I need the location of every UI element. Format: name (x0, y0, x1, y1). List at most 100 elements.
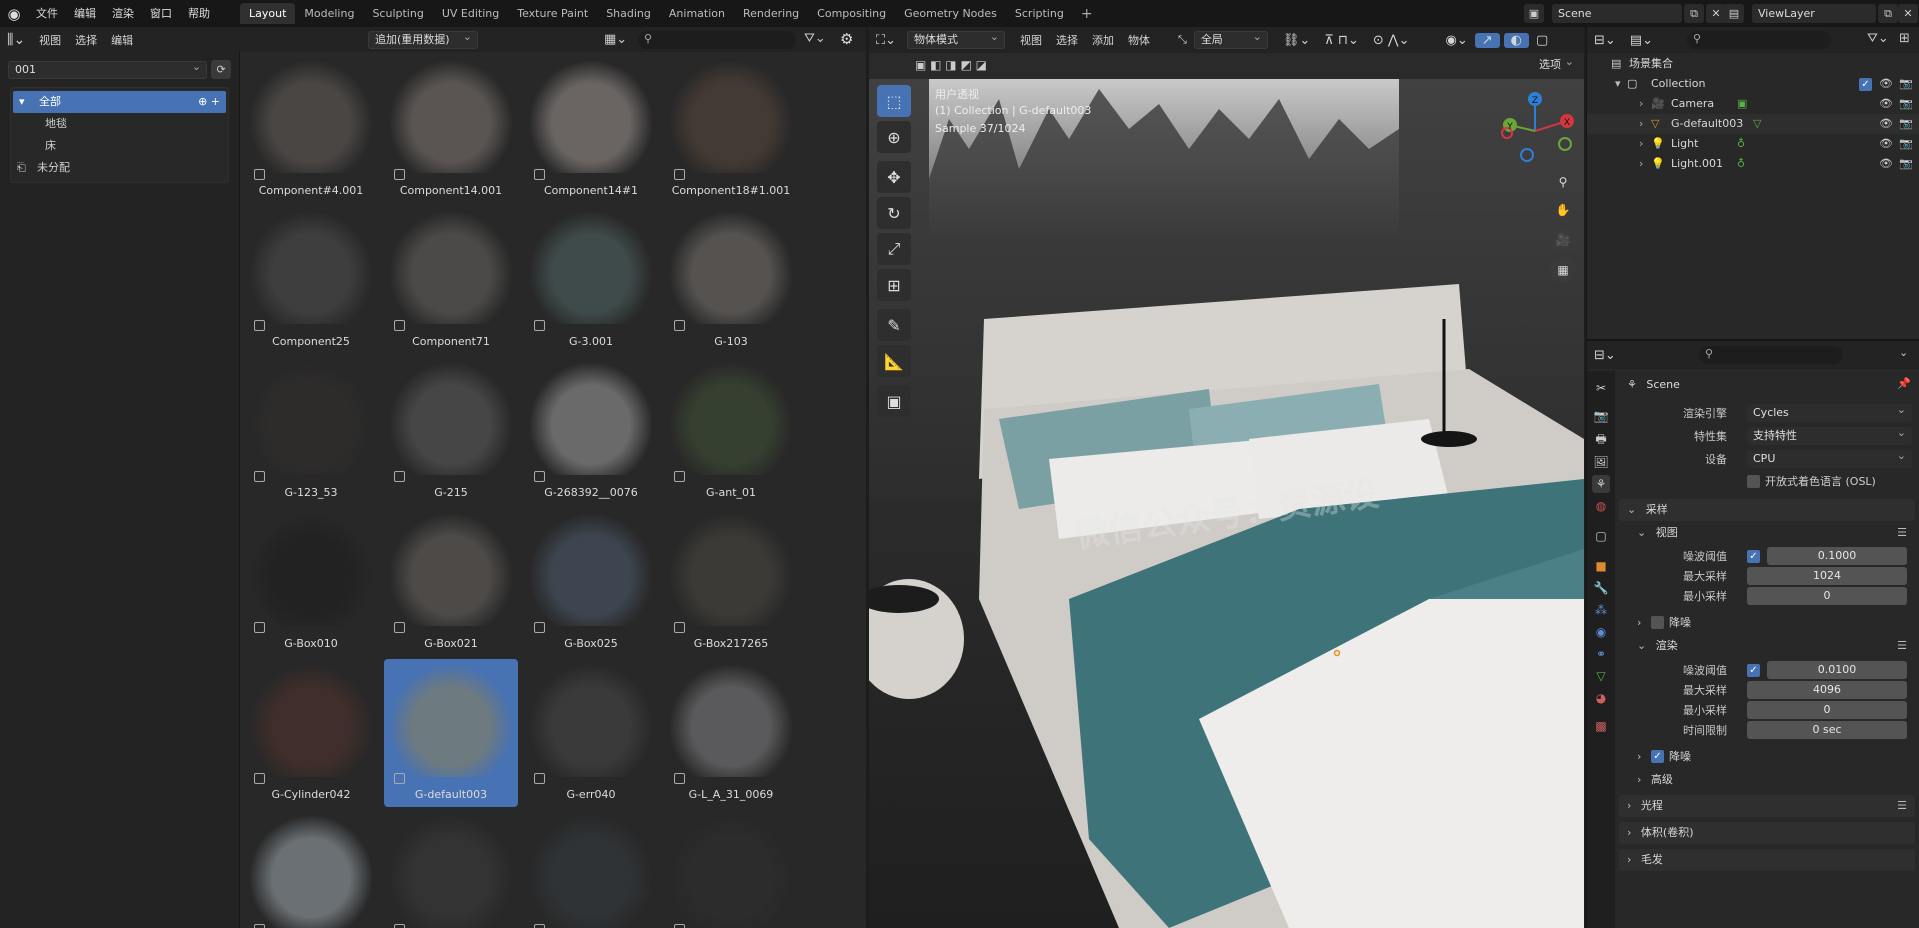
asset-tile[interactable]: G-Box010 (244, 508, 378, 656)
cursor-tool-icon[interactable]: ⊕ (877, 121, 911, 153)
viewport-max-samples-field[interactable]: 1024 (1747, 567, 1907, 585)
volumes-panel-header[interactable]: › 体积(卷积) (1619, 822, 1915, 844)
transform-orientation-icon[interactable]: ⤡ (1171, 33, 1194, 47)
asset-menu-select[interactable]: 选择 (68, 32, 104, 48)
tool-tab-icon[interactable]: ✂ (1592, 379, 1610, 397)
navigation-gizmo[interactable]: Z X Y (1495, 89, 1575, 169)
device-dropdown[interactable]: CPU (1747, 447, 1912, 468)
list-menu-icon[interactable]: ☰ (1897, 635, 1907, 657)
render-noise-threshold-field[interactable]: 0.0100 (1767, 661, 1907, 679)
asset-tile[interactable] (384, 810, 518, 928)
asset-tile[interactable]: G-Box025 (524, 508, 658, 656)
scene-new-icon[interactable]: ⧉ (1684, 4, 1704, 23)
render-sampling-header[interactable]: ⌄ 渲染 ☰ (1629, 635, 1915, 657)
viewport-noise-threshold-field[interactable]: 0.1000 (1767, 547, 1907, 565)
viewlayer-new-icon[interactable]: ⧉ (1878, 4, 1898, 23)
viewlayer-browse-icon[interactable]: ▤ (1724, 4, 1744, 23)
main-menu-item-3[interactable]: 窗口 (142, 0, 180, 27)
asset-tile[interactable]: G-3.001 (524, 206, 658, 354)
asset-menu-view[interactable]: 视图 (32, 32, 68, 48)
object-mode-dropdown[interactable]: 物体模式 (907, 29, 1005, 49)
hair-panel-header[interactable]: › 毛发 (1619, 849, 1915, 871)
workspace-tab-geometry-nodes[interactable]: Geometry Nodes (895, 3, 1006, 24)
world-tab-icon[interactable]: ◍ (1592, 497, 1610, 515)
object-data-icon[interactable]: ▣ (1737, 94, 1747, 114)
main-menu-item-2[interactable]: 渲染 (104, 0, 142, 27)
viewport-denoise-checkbox[interactable] (1651, 616, 1664, 629)
asset-tile[interactable]: G-default003 (384, 659, 518, 807)
main-menu-item-0[interactable]: 文件 (28, 0, 66, 27)
asset-tile[interactable]: G-215 (384, 357, 518, 505)
object-data-icon[interactable]: ▽ (1753, 114, 1761, 134)
catalog-item[interactable]: ⎗ 未分配 (11, 157, 228, 179)
expand-chevron-icon[interactable]: ▾ (1615, 74, 1621, 94)
object-data-icon[interactable]: ♁ (1737, 154, 1745, 174)
import-mode-dropdown[interactable]: 追加(重用数据) (368, 29, 478, 49)
workspace-tab-sculpting[interactable]: Sculpting (363, 3, 432, 24)
workspace-tab-scripting[interactable]: Scripting (1006, 3, 1073, 24)
measure-tool-icon[interactable]: 📐 (877, 345, 911, 377)
asset-tile[interactable]: Component25 (244, 206, 378, 354)
move-tool-icon[interactable]: ✥ (877, 161, 911, 193)
collection-include-checkbox[interactable]: ✓ (1859, 78, 1872, 91)
asset-tile[interactable]: G-Box021 (384, 508, 518, 656)
outliner-editor-type-icon[interactable]: ⊟⌄ (1587, 33, 1623, 48)
render-noise-threshold-checkbox[interactable]: ✓ (1747, 664, 1760, 677)
asset-tile[interactable]: G-Box217265 (664, 508, 798, 656)
gizmo-toggle-icon[interactable]: ↗ (1474, 32, 1500, 48)
asset-tile[interactable] (524, 810, 658, 928)
transform-tool-icon[interactable]: ⊞ (877, 269, 911, 301)
asset-tile[interactable]: G-L_A_31_0069 (664, 659, 798, 807)
camera-view-icon[interactable]: 🎥 (1550, 227, 1576, 253)
overlay-toggle-icon[interactable]: ◐ (1503, 32, 1529, 48)
pin-icon[interactable]: 📌 (1897, 377, 1911, 390)
viewport-menu-add[interactable]: 添加 (1085, 32, 1121, 48)
expand-chevron-icon[interactable]: › (1639, 114, 1643, 134)
asset-tile[interactable]: G-Cylinder042 (244, 659, 378, 807)
viewlayer-name-field[interactable]: ViewLayer (1752, 4, 1876, 23)
pivot-icon[interactable]: ⛓⌄ (1276, 33, 1317, 48)
object-data-icon[interactable]: ♁ (1737, 134, 1745, 154)
editor-type-icon[interactable]: ⫼⌄ (0, 32, 32, 48)
transform-orientation-dropdown[interactable]: 全局 (1193, 29, 1268, 49)
asset-search-input[interactable]: ⚲ (638, 31, 796, 49)
asset-tile[interactable] (664, 810, 798, 928)
rotate-tool-icon[interactable]: ↻ (877, 197, 911, 229)
settings-gear-icon[interactable]: ⚙ (840, 30, 853, 48)
asset-tile[interactable]: G-103 (664, 206, 798, 354)
list-menu-icon[interactable]: ☰ (1897, 522, 1907, 544)
render-engine-dropdown[interactable]: Cycles (1747, 401, 1912, 422)
workspace-tab-animation[interactable]: Animation (660, 3, 734, 24)
workspace-tab-texture-paint[interactable]: Texture Paint (508, 3, 597, 24)
outliner-filter-icon[interactable]: ⛛⌄ (1867, 31, 1889, 46)
visibility-icon[interactable]: ◉⌄ (1439, 33, 1475, 48)
scale-tool-icon[interactable]: ⤢ (877, 233, 911, 265)
asset-tile[interactable] (244, 810, 378, 928)
catalog-item[interactable]: 地毯 (11, 113, 228, 135)
asset-tile[interactable]: G-ant_01 (664, 357, 798, 505)
render-camera-icon[interactable]: 📷 (1899, 94, 1913, 114)
main-menu-item-1[interactable]: 编辑 (66, 0, 104, 27)
render-camera-icon[interactable]: 📷 (1899, 134, 1913, 154)
asset-tile[interactable]: G-err040 (524, 659, 658, 807)
viewport-sampling-header[interactable]: ⌄ 视图 ☰ (1629, 522, 1915, 544)
annotate-tool-icon[interactable]: ✎ (877, 309, 911, 341)
properties-search-input[interactable]: ⚲ (1699, 346, 1843, 364)
ortho-grid-icon[interactable]: ▦ (1550, 257, 1576, 283)
properties-editor-type-icon[interactable]: ⊟⌄ (1587, 348, 1623, 363)
workspace-tab-uv-editing[interactable]: UV Editing (433, 3, 508, 24)
visibility-eye-icon[interactable]: 👁 (1879, 74, 1893, 94)
asset-tile[interactable]: G-268392__0076 (524, 357, 658, 505)
viewport-noise-threshold-checkbox[interactable]: ✓ (1747, 550, 1760, 563)
scene-remove-icon[interactable]: ✕ (1706, 4, 1726, 23)
add-workspace-icon[interactable]: + (1073, 6, 1101, 22)
display-mode-icon[interactable]: ▦⌄ (604, 32, 627, 47)
main-menu-item-4[interactable]: 帮助 (180, 0, 218, 27)
render-camera-icon[interactable]: 📷 (1899, 74, 1913, 94)
new-collection-icon[interactable]: ⊞ (1899, 31, 1910, 46)
pan-hand-icon[interactable]: ✋ (1550, 197, 1576, 223)
expand-chevron-icon[interactable]: › (1639, 154, 1643, 174)
options-dropdown[interactable]: 选项 (1533, 54, 1579, 75)
visibility-eye-icon[interactable]: 👁 (1879, 94, 1893, 114)
render-min-samples-field[interactable]: 0 (1747, 701, 1907, 719)
